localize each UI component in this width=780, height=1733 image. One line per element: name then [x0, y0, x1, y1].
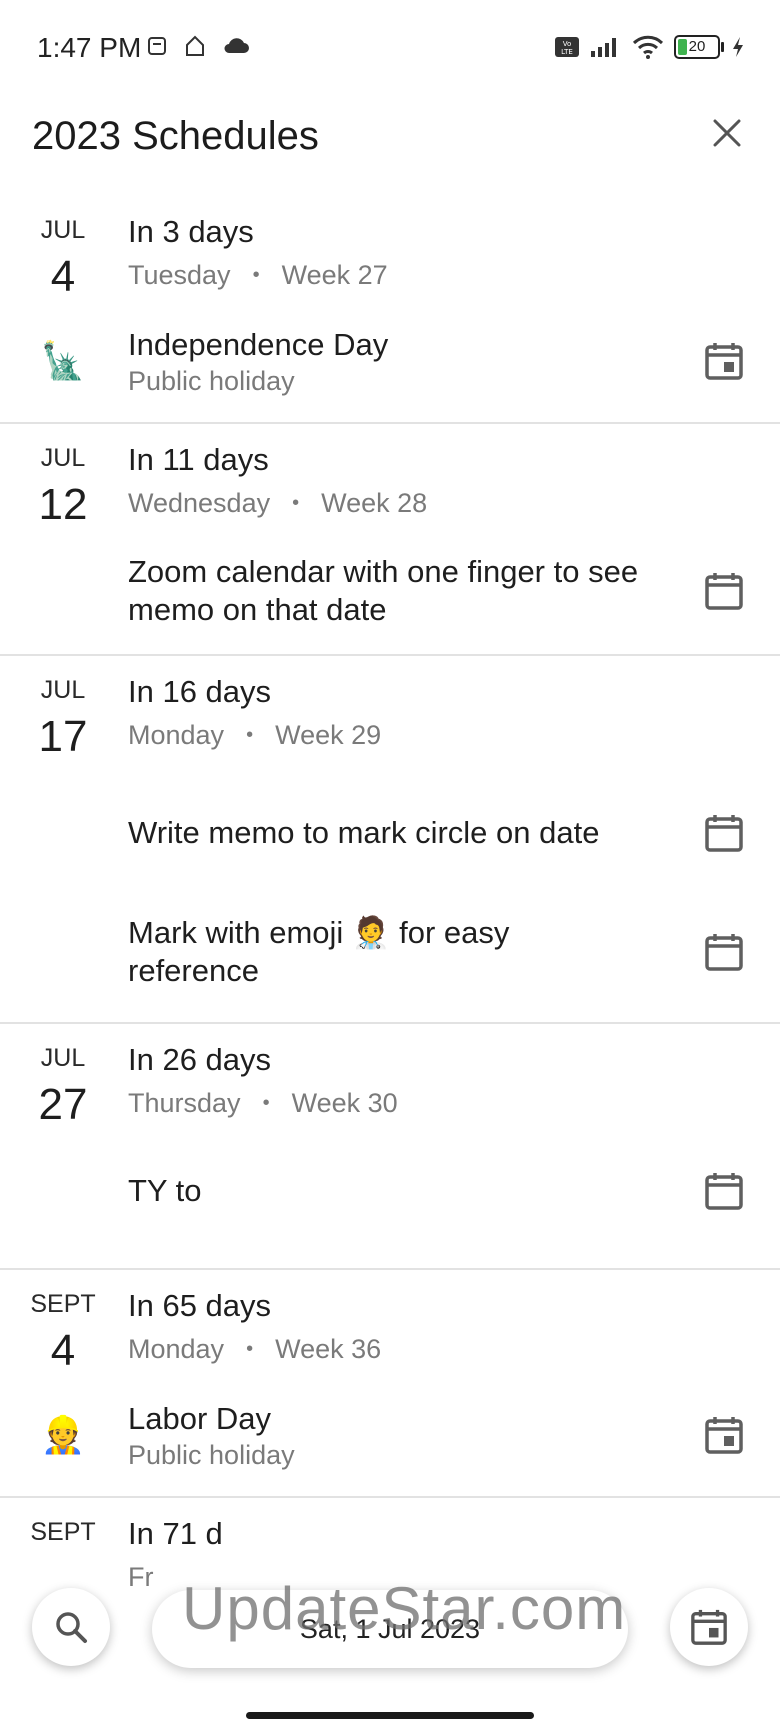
schedule-list: JUL 4 In 3 days Tuesday • Week 27 🗽 Indepe… [0, 196, 780, 1610]
svg-text:LTE: LTE [561, 48, 573, 56]
weekday: Thursday [128, 1088, 241, 1118]
schedule-section: JUL 27 In 26 days Thursday • Week 30 TY to [0, 1024, 780, 1270]
separator-dot: • [252, 264, 260, 286]
event-subtitle: Public holiday [128, 365, 295, 396]
cloud-icon [224, 38, 249, 53]
weekday: Wednesday [128, 488, 271, 518]
app-header: 2023 Schedules [0, 100, 780, 200]
weekday: Fr [128, 1562, 154, 1592]
search-icon [56, 1612, 87, 1643]
date-header[interactable]: JUL 12 In 11 days Wednesday • Week 28 [0, 424, 780, 536]
event-item[interactable]: 🗽 Independence Day Public holiday [0, 308, 780, 422]
android-icon [148, 37, 166, 55]
month-label: JUL [40, 676, 86, 704]
month-label: JUL [40, 1044, 86, 1072]
week-number: Week 28 [321, 488, 428, 518]
event-title: Labor Day [128, 1400, 272, 1436]
weekday: Tuesday [128, 260, 231, 290]
day-number: 4 [50, 252, 76, 301]
relative-days: In 65 days [128, 1288, 272, 1323]
volte-icon: VoLTE [555, 37, 579, 57]
day-number: 12 [38, 480, 88, 529]
week-number: Week 29 [275, 720, 382, 750]
weekday: Monday [128, 720, 225, 750]
calendar-outline-icon[interactable] [704, 813, 744, 853]
relative-days: In 11 days [128, 442, 269, 477]
date-header[interactable]: SEPT 4 In 65 days Monday • Week 36 [0, 1270, 780, 1382]
current-date-button[interactable]: Sat, 1 Jul 2023 [152, 1590, 628, 1668]
schedule-section: JUL 17 In 16 days Monday • Week 29 Write m… [0, 656, 780, 1024]
day-number: 4 [50, 1326, 76, 1375]
battery-level: 20 [688, 38, 706, 55]
home-icon [186, 35, 204, 56]
svg-text:Vo: Vo [563, 40, 572, 48]
page-title: 2023 Schedules [32, 114, 319, 158]
calendar-today-icon [691, 1609, 727, 1645]
relative-days: In 16 days [128, 674, 272, 709]
date-header[interactable]: JUL 4 In 3 days Tuesday • Week 27 [0, 196, 780, 308]
weekday-week: Fr [128, 1562, 153, 1593]
separator-dot: • [292, 492, 300, 514]
event-item[interactable]: TY to [0, 1136, 780, 1268]
weekday-week: Wednesday • Week 28 [128, 488, 427, 519]
today-button[interactable] [670, 1588, 748, 1666]
event-emoji: 🗽 [40, 340, 86, 381]
charging-icon [733, 37, 743, 57]
close-button[interactable] [704, 110, 750, 156]
schedule-section: JUL 12 In 11 days Wednesday • Week 28 Zoom… [0, 424, 780, 656]
status-bar: 1:47 PM Vo LTE 20 [0, 0, 780, 100]
battery-icon: 20 [674, 35, 724, 59]
date-header[interactable]: JUL 27 In 26 days Thursday • Week 30 [0, 1024, 780, 1136]
calendar-filled-icon[interactable] [704, 341, 744, 381]
month-label: JUL [40, 444, 86, 472]
weekday-week: Monday • Week 29 [128, 720, 381, 751]
calendar-outline-icon[interactable] [704, 571, 744, 611]
event-emoji: 👷 [40, 1414, 86, 1455]
week-number: Week 36 [275, 1334, 382, 1364]
relative-days: In 3 days [128, 214, 254, 249]
calendar-filled-icon[interactable] [704, 1415, 744, 1455]
event-title: Mark with emoji 🧑‍⚕️ for easy reference [128, 915, 510, 988]
calendar-outline-icon[interactable] [704, 1171, 744, 1211]
search-button[interactable] [32, 1588, 110, 1666]
weekday-week: Thursday • Week 30 [128, 1088, 398, 1119]
event-item[interactable]: Write memo to mark circle on date [0, 768, 780, 898]
event-title: Independence Day [128, 326, 389, 362]
week-number: Week 27 [281, 260, 388, 290]
weekday-week: Tuesday • Week 27 [128, 260, 388, 291]
month-label: JUL [40, 216, 86, 244]
schedule-section: JUL 4 In 3 days Tuesday • Week 27 🗽 Indepe… [0, 196, 780, 424]
event-title: Write memo to mark circle on date [128, 815, 600, 850]
signal-icon [591, 38, 616, 57]
close-icon [713, 119, 741, 147]
event-item[interactable]: Mark with emoji 🧑‍⚕️ for easy reference [0, 898, 780, 1022]
event-item[interactable]: Zoom calendar with one finger to see mem… [0, 536, 780, 654]
relative-days: In 26 days [128, 1042, 272, 1077]
date-header[interactable]: JUL 17 In 16 days Monday • Week 29 [0, 656, 780, 768]
month-label: SEPT [30, 1518, 96, 1546]
weekday-week: Monday • Week 36 [128, 1334, 381, 1365]
month-label: SEPT [30, 1290, 96, 1318]
separator-dot: • [246, 724, 254, 746]
weekday: Monday [128, 1334, 225, 1364]
relative-days: In 71 d [128, 1516, 223, 1551]
event-title: Zoom calendar with one finger to see mem… [128, 554, 639, 627]
home-indicator[interactable] [246, 1712, 534, 1719]
schedule-section: SEPT 4 In 65 days Monday • Week 36 👷 Labor… [0, 1270, 780, 1498]
current-date-label: Sat, 1 Jul 2023 [299, 1613, 481, 1644]
week-number: Week 30 [291, 1088, 398, 1118]
wifi-icon [632, 35, 664, 59]
day-number: 27 [38, 1080, 88, 1129]
event-subtitle: Public holiday [128, 1439, 295, 1470]
calendar-outline-icon[interactable] [704, 932, 744, 972]
separator-dot: • [246, 1338, 254, 1360]
status-time: 1:47 PM [37, 32, 142, 63]
event-title: TY to [128, 1173, 202, 1208]
separator-dot: • [262, 1092, 270, 1114]
event-item[interactable]: 👷 Labor Day Public holiday [0, 1382, 780, 1496]
day-number: 17 [38, 712, 88, 761]
